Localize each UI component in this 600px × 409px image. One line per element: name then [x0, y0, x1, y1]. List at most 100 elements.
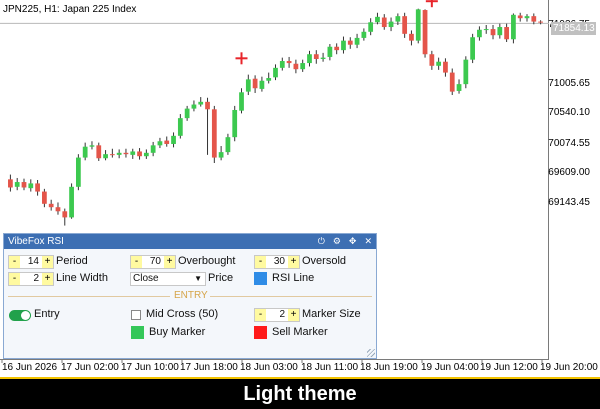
marker-size-label: Marker Size — [302, 308, 361, 320]
section-title-entry: ENTRY — [174, 290, 208, 301]
price-select-value: Close — [133, 273, 159, 284]
marker-size-stepper: - 2 + — [254, 308, 300, 322]
candle-body — [517, 15, 523, 19]
candle-body — [477, 29, 482, 38]
entry-label: Entry — [34, 308, 60, 320]
candle-body — [109, 154, 115, 156]
time-axis-label: 19 Jun 04:00 — [421, 362, 479, 373]
chart-title: JPN225, H1: Japan 225 Index — [3, 4, 137, 15]
candle-body — [157, 141, 163, 146]
overbought-stepper: - 70 + — [130, 255, 176, 269]
price-select[interactable]: Close ▼ — [130, 272, 206, 286]
mid-cross-checkbox[interactable] — [131, 310, 141, 320]
candle-body — [347, 40, 353, 45]
marker-size-decrement-button[interactable]: - — [255, 309, 266, 321]
candle-body — [103, 154, 108, 159]
candle-body — [164, 140, 170, 144]
oversold-label: Oversold — [302, 255, 347, 267]
price-axis-label: 71005.65 — [548, 78, 590, 89]
candle-body — [415, 9, 421, 41]
candle-body — [402, 16, 408, 34]
power-icon[interactable]: ⏻ — [318, 234, 325, 249]
buy-marker-color-swatch[interactable] — [131, 326, 144, 339]
candle-body — [538, 21, 543, 23]
current-price-tag: 71854.13 — [551, 22, 596, 35]
section-divider — [210, 296, 372, 297]
candle-body — [293, 63, 299, 70]
candle-body — [449, 72, 455, 92]
sell-marker-label: Sell Marker — [272, 326, 328, 338]
mid-cross-label: Mid Cross (50) — [146, 308, 219, 320]
candle-body — [116, 152, 122, 155]
candle-body — [35, 183, 40, 192]
candle-body — [368, 22, 374, 32]
oversold-stepper: - 30 + — [254, 255, 300, 269]
candle-body — [225, 137, 231, 153]
line-width-stepper: - 2 + — [8, 272, 54, 286]
candle-body — [218, 152, 224, 158]
candle-body — [381, 17, 387, 28]
candle-body — [150, 145, 156, 153]
time-axis-label: 18 Jun 19:00 — [360, 362, 418, 373]
move-icon[interactable]: ✥ — [349, 234, 357, 249]
line-width-increment-button[interactable]: + — [42, 273, 53, 285]
price-axis-label: 70540.10 — [548, 107, 590, 118]
candle-body — [62, 211, 68, 218]
candle-body — [327, 46, 333, 57]
close-icon[interactable]: ✕ — [364, 234, 372, 249]
line-width-decrement-button[interactable]: - — [9, 273, 20, 285]
candle-body — [307, 54, 312, 64]
candle-body — [286, 61, 292, 64]
line-width-value[interactable]: 2 — [20, 273, 42, 285]
candle-body — [55, 207, 61, 212]
overbought-decrement-button[interactable]: - — [131, 256, 142, 268]
candle-body — [388, 21, 394, 28]
rsi-line-label: RSI Line — [272, 272, 315, 284]
candle-body — [497, 27, 503, 36]
candle-body — [177, 118, 183, 136]
candle-body — [463, 59, 469, 85]
period-increment-button[interactable]: + — [42, 256, 53, 268]
marker-size-increment-button[interactable]: + — [288, 309, 299, 321]
candle-body — [198, 101, 204, 105]
sell-marker-color-swatch[interactable] — [254, 326, 267, 339]
rsi-line-color-swatch[interactable] — [254, 272, 267, 285]
price-label: Price — [208, 272, 234, 284]
panel-header[interactable]: VibeFox RSI ⏻ ⚙ ✥ ✕ — [4, 234, 376, 249]
entry-toggle[interactable] — [9, 310, 31, 321]
oversold-value[interactable]: 30 — [266, 256, 288, 268]
candle-body — [483, 29, 489, 31]
section-divider — [8, 296, 170, 297]
candle-body — [279, 61, 285, 68]
candle-body — [313, 54, 319, 59]
oversold-decrement-button[interactable]: - — [255, 256, 266, 268]
price-axis-label: 69143.45 — [548, 197, 590, 208]
panel-title: VibeFox RSI — [8, 236, 64, 247]
time-axis-label: 19 Jun 20:00 — [540, 362, 598, 373]
candle-body — [171, 135, 176, 144]
marker-size-value[interactable]: 2 — [266, 309, 288, 321]
candle-body — [42, 191, 47, 204]
period-decrement-button[interactable]: - — [9, 256, 20, 268]
candle-body — [395, 16, 401, 22]
candle-body — [429, 54, 435, 66]
period-value[interactable]: 14 — [20, 256, 42, 268]
candle-body — [123, 152, 129, 155]
candle-body — [252, 78, 258, 89]
time-axis-label: 17 Jun 18:00 — [180, 362, 238, 373]
overbought-increment-button[interactable]: + — [164, 256, 175, 268]
oversold-increment-button[interactable]: + — [288, 256, 299, 268]
candle-body — [137, 151, 142, 157]
overbought-value[interactable]: 70 — [142, 256, 164, 268]
candle-body — [232, 109, 238, 138]
footer-banner: Light theme — [0, 377, 600, 409]
settings-icon[interactable]: ⚙ — [333, 234, 341, 249]
resize-grip[interactable] — [367, 349, 375, 357]
price-axis-label: 69609.00 — [548, 167, 590, 178]
period-label: Period — [56, 255, 88, 267]
candle-body — [490, 29, 496, 36]
candle-body — [470, 37, 476, 60]
candle-body — [28, 183, 34, 189]
candle-body — [409, 33, 414, 41]
candle-body — [75, 157, 81, 187]
